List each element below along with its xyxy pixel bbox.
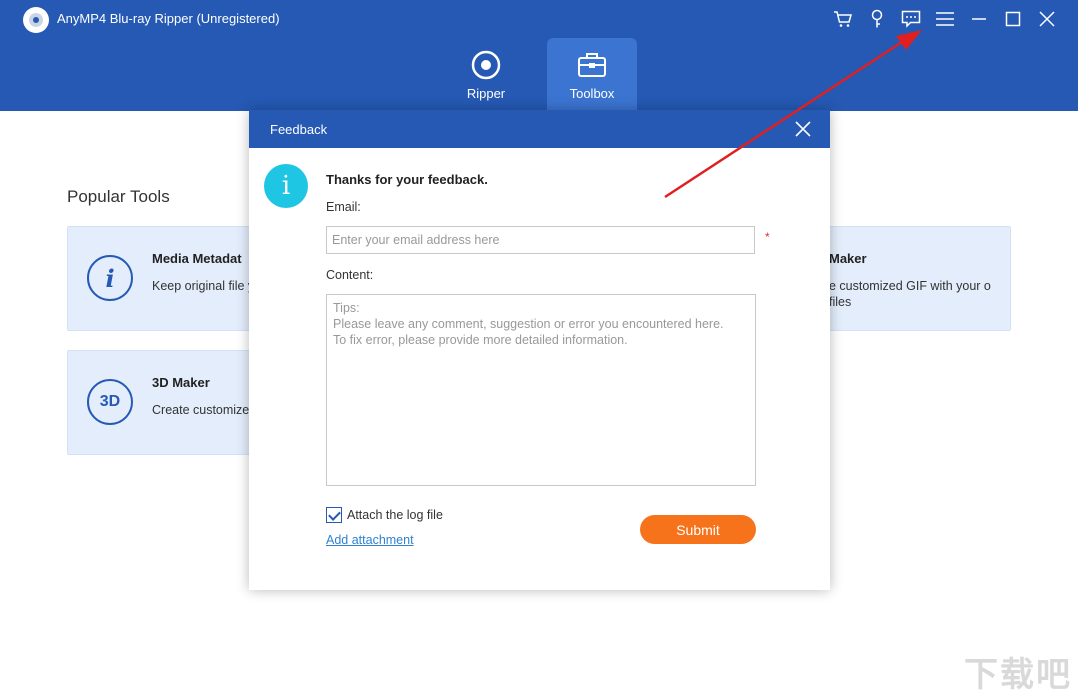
section-title: Popular Tools — [67, 187, 170, 206]
tips-line: To fix error, please provide more detail… — [333, 333, 628, 347]
app-logo-icon — [23, 7, 49, 33]
app-header: AnyMP4 Blu-ray Ripper (Unregistered) Rip… — [0, 0, 1078, 111]
content-label: Content: — [326, 268, 374, 282]
tool-title: 3D Maker — [152, 375, 210, 390]
info-icon: i — [87, 255, 133, 301]
tab-toolbox-label: Toolbox — [569, 86, 615, 101]
disc-icon — [471, 50, 501, 80]
3d-icon: 3D — [87, 379, 133, 425]
add-attachment-link[interactable]: Add attachment — [326, 533, 414, 547]
app-title: AnyMP4 Blu-ray Ripper (Unregistered) — [57, 11, 280, 26]
info-icon: i — [264, 164, 308, 208]
content-textarea[interactable]: Tips: Please leave any comment, suggesti… — [326, 294, 756, 486]
tab-toolbox[interactable]: Toolbox — [547, 38, 637, 111]
menu-icon[interactable] — [928, 6, 962, 32]
dialog-title: Feedback — [270, 122, 328, 137]
thanks-message: Thanks for your feedback. — [326, 172, 488, 187]
tab-ripper[interactable]: Ripper — [441, 38, 531, 111]
submit-button[interactable]: Submit — [640, 515, 756, 544]
required-mark: * — [765, 230, 770, 244]
tool-card-gif-maker[interactable]: Maker e customized GIF with your o files — [810, 226, 1011, 331]
tool-title: Maker — [829, 251, 867, 266]
tool-card-media-metadata[interactable]: i Media Metadat Keep original file you w… — [67, 226, 298, 331]
minimize-icon[interactable] — [962, 6, 996, 32]
tool-title: Media Metadat — [152, 251, 242, 266]
key-icon[interactable] — [860, 6, 894, 32]
cart-icon[interactable] — [826, 6, 860, 32]
email-field[interactable] — [326, 226, 755, 254]
attach-log-label: Attach the log file — [347, 508, 443, 522]
dialog-close-icon[interactable] — [794, 120, 812, 138]
close-icon[interactable] — [1030, 6, 1064, 32]
email-label: Email: — [326, 200, 361, 214]
feedback-dialog: Feedback i Thanks for your feedback. Ema… — [249, 110, 830, 590]
tab-ripper-label: Ripper — [466, 86, 506, 101]
attach-log-row[interactable]: Attach the log file — [326, 507, 443, 523]
tool-card-3d-maker[interactable]: 3D 3D Maker Create customize from 2D — [67, 350, 297, 455]
attach-log-checkbox[interactable] — [326, 507, 342, 523]
feedback-icon[interactable] — [894, 6, 928, 32]
watermark: 下载吧 — [964, 656, 1072, 694]
maximize-icon[interactable] — [996, 6, 1030, 32]
window-controls — [826, 6, 1064, 32]
tips-line: Please leave any comment, suggestion or … — [333, 317, 724, 331]
tips-line: Tips: — [333, 301, 360, 315]
tool-description: e customized GIF with your o files — [829, 279, 991, 309]
dialog-header: Feedback — [249, 110, 830, 148]
toolbox-icon — [577, 50, 607, 80]
